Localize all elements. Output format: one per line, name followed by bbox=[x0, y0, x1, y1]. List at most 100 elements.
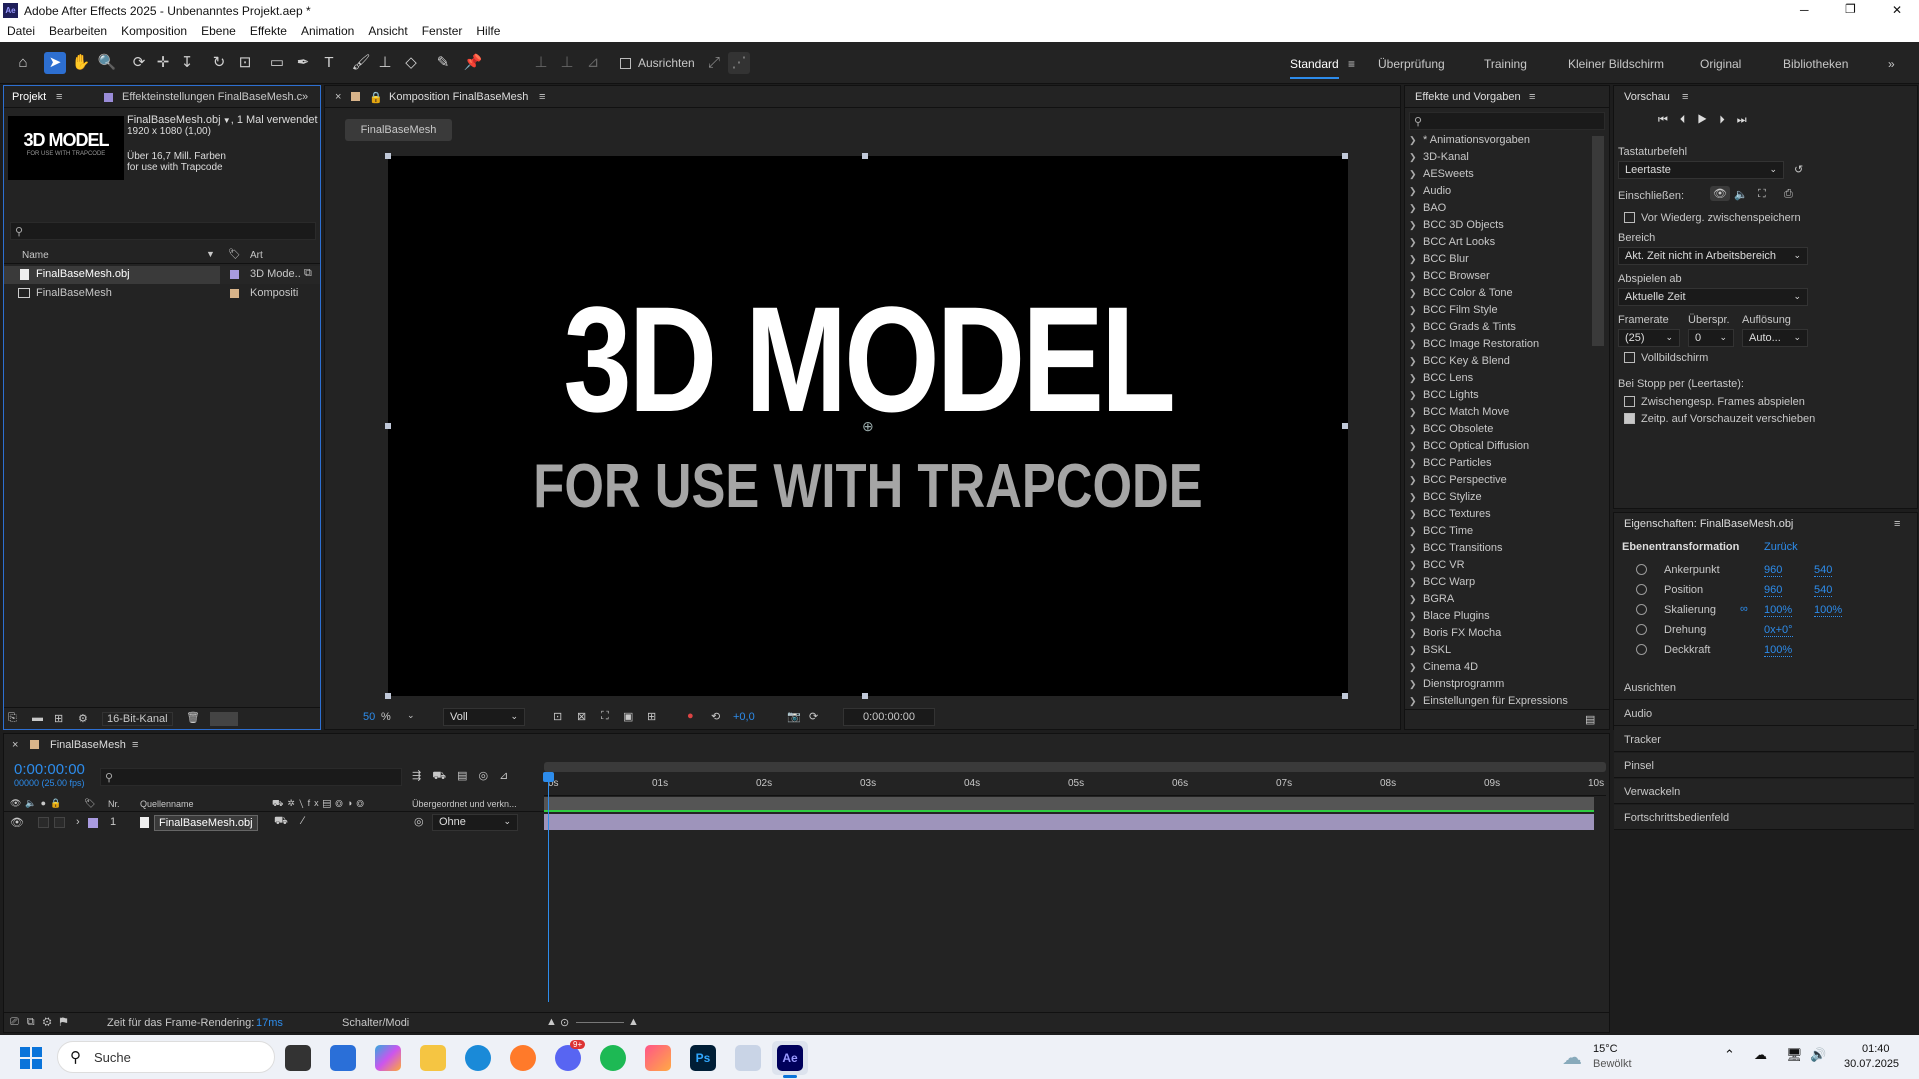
color-swatch[interactable] bbox=[210, 712, 238, 726]
menu-help[interactable]: Hilfe bbox=[469, 22, 507, 40]
transparency-grid-icon[interactable]: ⊠ bbox=[577, 710, 586, 723]
spotify-icon[interactable] bbox=[600, 1045, 626, 1071]
menu-window[interactable]: Fenster bbox=[415, 22, 470, 40]
tab-project[interactable]: Projekt bbox=[12, 91, 46, 103]
chevron-right-icon[interactable]: ❯ bbox=[1409, 390, 1419, 401]
include-video-icon[interactable]: 👁 bbox=[1710, 186, 1730, 201]
effects-scrollbar[interactable] bbox=[1592, 136, 1604, 346]
clock-date[interactable]: 30.07.2025 bbox=[1844, 1058, 1899, 1070]
menu-file[interactable]: Datei bbox=[0, 22, 42, 40]
chevron-right-icon[interactable]: ❯ bbox=[1409, 135, 1419, 146]
chevron-right-icon[interactable]: ❯ bbox=[1409, 237, 1419, 248]
play-from-select[interactable]: Aktuelle Zeit ⌄ bbox=[1618, 288, 1808, 306]
include-overlays-icon[interactable]: ⛶ bbox=[1758, 188, 1766, 201]
properties-menu-icon[interactable]: ≡ bbox=[1894, 518, 1900, 530]
property-value[interactable]: 540 bbox=[1814, 584, 1833, 597]
puppet-tool-icon[interactable]: 📌 bbox=[462, 52, 484, 74]
layer-handle[interactable] bbox=[385, 423, 391, 429]
solo-toggle[interactable] bbox=[38, 817, 49, 828]
column-source-name[interactable]: Quellenname bbox=[140, 799, 194, 809]
collapsed-panel-tab[interactable]: Ausrichten bbox=[1614, 675, 1914, 700]
menu-edit[interactable]: Bearbeiten bbox=[42, 22, 114, 40]
effect-category[interactable]: ❯ BCC Lights bbox=[1405, 389, 1595, 406]
zoom-in-icon[interactable]: ▲ bbox=[628, 1016, 639, 1028]
chevron-right-icon[interactable]: ❯ bbox=[1409, 288, 1419, 299]
stopwatch-icon[interactable] bbox=[1636, 564, 1647, 575]
label-tag-icon[interactable]: 🏷 bbox=[228, 249, 241, 260]
chevron-up-icon[interactable]: ⌃ bbox=[1724, 1047, 1735, 1063]
chevron-right-icon[interactable]: ❯ bbox=[1409, 322, 1419, 333]
guides-icon[interactable]: ⊞ bbox=[647, 710, 656, 723]
roto-brush-tool-icon[interactable]: ✎ bbox=[432, 52, 454, 74]
chevron-right-icon[interactable]: ❯ bbox=[1409, 577, 1419, 588]
chevron-right-icon[interactable]: ❯ bbox=[1409, 305, 1419, 316]
column-type[interactable]: Art bbox=[250, 250, 263, 261]
chevron-right-icon[interactable]: ❯ bbox=[1409, 679, 1419, 690]
reset-exposure-icon[interactable]: ⟲ bbox=[711, 710, 720, 723]
expand-chevron-icon[interactable]: › bbox=[76, 816, 80, 828]
effect-category[interactable]: ❯ BCC Film Style bbox=[1405, 304, 1595, 321]
effect-category[interactable]: ❯ BAO bbox=[1405, 202, 1595, 219]
rectangle-tool-icon[interactable]: ▭ bbox=[266, 52, 288, 74]
maximize-button[interactable]: ❐ bbox=[1845, 2, 1856, 16]
menu-composition[interactable]: Komposition bbox=[114, 22, 194, 40]
property-value[interactable]: 100% bbox=[1814, 604, 1843, 617]
chevron-right-icon[interactable]: ❯ bbox=[1409, 611, 1419, 622]
timeline-current-time[interactable]: 0:00:00:00 bbox=[14, 761, 85, 778]
chevron-down-icon[interactable]: ▼ bbox=[221, 116, 231, 125]
chevron-right-icon[interactable]: ❯ bbox=[1409, 424, 1419, 435]
tab-timeline-comp[interactable]: FinalBaseMesh bbox=[50, 739, 126, 751]
axis-local-icon[interactable]: ⊥ bbox=[530, 52, 552, 74]
visibility-icon[interactable]: 👁 bbox=[10, 816, 24, 829]
playhead-handle[interactable] bbox=[543, 772, 554, 782]
effects-search-input[interactable]: ⚲ bbox=[1409, 112, 1605, 130]
property-value[interactable]: 0x+0° bbox=[1764, 624, 1793, 637]
property-value[interactable]: 960 bbox=[1764, 564, 1783, 577]
effect-category[interactable]: ❯ BCC Grads & Tints bbox=[1405, 321, 1595, 338]
stopwatch-icon[interactable] bbox=[1636, 604, 1647, 615]
store-icon[interactable] bbox=[330, 1045, 356, 1071]
label-tag-icon[interactable]: 🏷 bbox=[84, 798, 95, 809]
home-icon[interactable]: ⌂ bbox=[12, 52, 34, 74]
snapshot-icon[interactable]: 📷 bbox=[787, 710, 801, 723]
parent-select[interactable]: Ohne ⌄ bbox=[432, 814, 518, 831]
timeline-menu-icon[interactable]: ≡ bbox=[132, 739, 138, 751]
skip-select[interactable]: 0 ⌄ bbox=[1688, 329, 1734, 347]
graph-editor-icon[interactable]: ⊿ bbox=[499, 770, 519, 782]
type-tool-icon[interactable]: T bbox=[318, 52, 340, 74]
cloud-icon[interactable]: ☁ bbox=[1562, 1045, 1582, 1070]
timeline-footer-icons[interactable]: ⎚⧉⚙⚑ bbox=[10, 1016, 76, 1029]
cache-option[interactable]: Vor Wiederg. zwischenspeichern bbox=[1624, 212, 1801, 224]
project-item-footage[interactable]: FinalBaseMesh.obj 3D Mode.. ⧉ bbox=[4, 266, 320, 284]
orbit-tool-icon[interactable]: ⟳ bbox=[128, 52, 150, 74]
chevron-right-icon[interactable]: ❯ bbox=[1409, 526, 1419, 537]
project-item-composition[interactable]: FinalBaseMesh Kompositi bbox=[4, 285, 320, 302]
rotate-tool-icon[interactable]: ↻ bbox=[208, 52, 230, 74]
chevron-right-icon[interactable]: ❯ bbox=[1409, 492, 1419, 503]
property-value[interactable]: 100% bbox=[1764, 644, 1793, 657]
property-value[interactable]: 960 bbox=[1764, 584, 1783, 597]
menu-animation[interactable]: Animation bbox=[294, 22, 361, 40]
chevron-right-icon[interactable]: ❯ bbox=[1409, 169, 1419, 180]
shy-icon[interactable]: ⛟ bbox=[432, 770, 457, 782]
minimize-button[interactable]: ─ bbox=[1800, 3, 1809, 17]
close-tab-icon[interactable]: × bbox=[12, 739, 18, 751]
menu-layer[interactable]: Ebene bbox=[194, 22, 243, 40]
collapsed-panel-tab[interactable]: Fortschrittsbedienfeld bbox=[1614, 805, 1914, 830]
zoom-value[interactable]: 50 bbox=[363, 711, 375, 723]
timeline-search-input[interactable]: ⚲ bbox=[100, 768, 402, 786]
current-time-field[interactable]: 0:00:00:00 bbox=[843, 708, 935, 726]
pan-tool-icon[interactable]: ✛ bbox=[152, 52, 174, 74]
close-button[interactable]: ✕ bbox=[1892, 3, 1902, 17]
dolly-tool-icon[interactable]: ↧ bbox=[176, 52, 198, 74]
layer-row[interactable]: 👁 › 1 FinalBaseMesh.obj ⛟ ∕ ◎ Ohne ⌄ bbox=[4, 814, 540, 832]
mask-visibility-icon[interactable]: ⛶ bbox=[601, 710, 609, 723]
effect-category[interactable]: ❯ BCC Browser bbox=[1405, 270, 1595, 287]
effect-category[interactable]: ❯ Audio bbox=[1405, 185, 1595, 202]
chevron-right-icon[interactable]: ❯ bbox=[1409, 628, 1419, 639]
snap-edges-icon[interactable]: ⤢ bbox=[703, 52, 725, 74]
collapsed-panel-tab[interactable]: Tracker bbox=[1614, 727, 1914, 752]
zoom-out-icon[interactable]: ▲ bbox=[546, 1016, 557, 1028]
effects-menu-icon[interactable]: ≡ bbox=[1529, 91, 1535, 103]
property-value[interactable]: 100% bbox=[1764, 604, 1793, 617]
